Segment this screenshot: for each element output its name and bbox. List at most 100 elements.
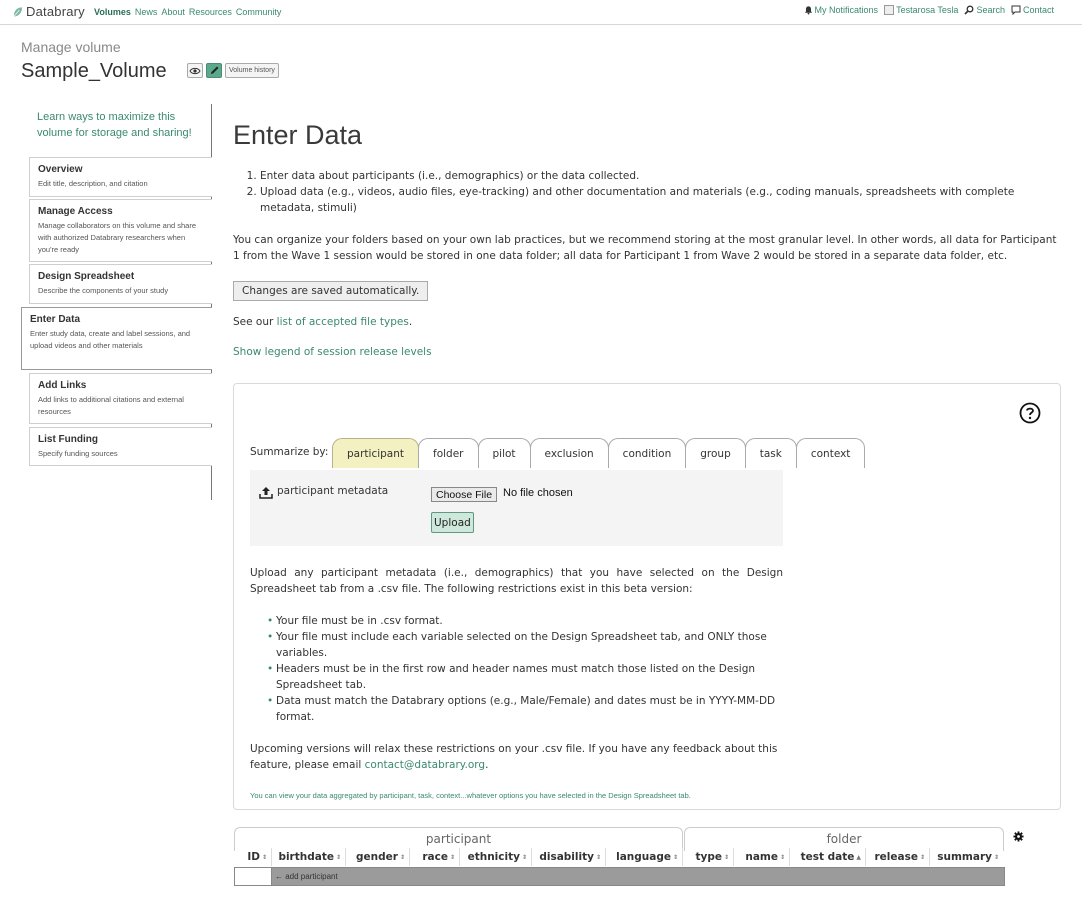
bell-icon	[804, 6, 812, 15]
sort-icon: ⇕	[993, 853, 999, 861]
sidebar-item-add-links[interactable]: Add Links Add links to additional citati…	[29, 373, 212, 424]
see-our-prefix: See our	[233, 316, 277, 328]
column-header-id[interactable]: ID ⇕	[234, 848, 272, 866]
sort-icon: ⇕	[521, 853, 527, 861]
sidebar-item-title: Design Spreadsheet	[38, 271, 135, 282]
sidebar-item-desc: Specify funding sources	[38, 449, 118, 458]
file-types-line: See our list of accepted file types.	[233, 314, 412, 330]
contact-label: Contact	[1022, 5, 1054, 15]
contact-email-link[interactable]: contact@databrary.org	[365, 759, 485, 771]
tab-folder[interactable]: folder	[418, 438, 479, 468]
user-name: Testarosa Tesla	[896, 5, 959, 15]
list-item: Your file must include each variable sel…	[267, 629, 783, 661]
sidebar-item-desc: Enter study data, create and label sessi…	[30, 329, 191, 350]
eye-icon	[189, 67, 201, 74]
search-label: Search	[976, 5, 1005, 15]
avatar	[884, 5, 895, 15]
user-link[interactable]: Testarosa Tesla	[884, 5, 958, 15]
sort-icon: ⇕	[449, 853, 455, 861]
leaf-logo-icon	[13, 6, 23, 17]
contact-link[interactable]: Contact	[1011, 5, 1054, 15]
new-id-input[interactable]	[234, 867, 272, 886]
tab-context[interactable]: context	[795, 438, 866, 468]
column-header-name[interactable]: name ⇕	[734, 848, 790, 866]
tab-pilot[interactable]: pilot	[477, 438, 531, 468]
volume-actions: Volume history	[187, 63, 279, 78]
sort-icon: ⇕	[672, 853, 678, 861]
list-item: Your file must be in .csv format.	[267, 613, 783, 629]
table-header-row: ID ⇕ birthdate ⇕ gender ⇕ race ⇕ ethnicity ⇕ …	[234, 848, 683, 866]
file-types-link[interactable]: list of accepted file types	[277, 316, 409, 328]
volume-title: Sample_Volume	[21, 60, 167, 82]
column-header-release[interactable]: release ⇕	[866, 848, 930, 866]
column-header-summary[interactable]: summary ⇕	[930, 848, 1003, 866]
autosave-indicator[interactable]: Changes are saved automatically.	[233, 281, 429, 301]
release-legend-link[interactable]: Show legend of session release levels	[233, 346, 432, 358]
organize-text: You can organize your folders based on y…	[233, 234, 1057, 262]
search-icon	[964, 5, 974, 15]
pencil-icon	[210, 66, 218, 74]
step-item: Enter data about participants (i.e., dem…	[260, 168, 1063, 184]
restrictions-list: Your file must be in .csv format. Your f…	[250, 613, 783, 725]
nav-community[interactable]: Community	[236, 7, 282, 17]
tab-condition[interactable]: condition	[607, 438, 687, 468]
gear-icon[interactable]	[1013, 831, 1024, 842]
brand-logo[interactable]: Databrary	[12, 4, 85, 19]
list-item: Data must match the Databrary options (e…	[267, 693, 783, 725]
column-header-gender[interactable]: gender ⇕	[346, 848, 410, 866]
table-header-row-folder: type ⇕ name ⇕ test date ▲ release ⇕ summary ⇕	[684, 848, 1003, 866]
volume-history-button[interactable]: Volume history	[225, 63, 279, 78]
aggregate-note: You can view your data aggregated by par…	[250, 791, 691, 800]
upload-label: participant metadata	[277, 485, 389, 497]
upload-area	[250, 470, 783, 546]
upload-button[interactable]: Upload	[431, 512, 474, 533]
sort-icon: ▲	[856, 853, 861, 861]
search-link[interactable]: Search	[964, 5, 1005, 15]
sidebar-item-desc: Add links to additional citations and ex…	[38, 395, 184, 416]
sidebar-item-title: Overview	[38, 164, 83, 175]
sidebar-item-manage-access[interactable]: Manage Access Manage collaborators on th…	[29, 199, 212, 262]
upcoming-prefix: Upcoming versions will relax these restr…	[250, 743, 778, 771]
sort-icon: ⇕	[399, 853, 405, 861]
see-our-suffix: .	[408, 316, 413, 328]
brand-name: Databrary	[26, 4, 85, 19]
sidebar-item-overview[interactable]: Overview Edit title, description, and ci…	[29, 157, 212, 197]
steps-list: Enter data about participants (i.e., dem…	[233, 168, 1063, 216]
edit-volume-button[interactable]	[206, 63, 222, 78]
sidebar-item-list-funding[interactable]: List Funding Specify funding sources	[29, 427, 212, 466]
choose-file-button[interactable]: Choose File	[431, 487, 498, 502]
sort-icon: ⇕	[595, 853, 601, 861]
tab-task[interactable]: task	[744, 438, 797, 468]
upcoming-suffix: .	[485, 759, 489, 771]
tab-participant[interactable]: participant	[332, 438, 420, 468]
nav-volumes[interactable]: Volumes	[94, 7, 131, 17]
upcoming-text: Upcoming versions will relax these restr…	[250, 741, 783, 773]
sidebar-item-desc: Edit title, description, and citation	[38, 179, 148, 188]
learn-more-link[interactable]: Learn ways to maximize this volume for s…	[37, 109, 209, 141]
nav-about[interactable]: About	[161, 7, 185, 17]
user-nav: My Notifications Testarosa Tesla Search …	[804, 5, 1054, 15]
column-header-type[interactable]: type ⇕	[684, 848, 734, 866]
add-participant-button[interactable]: ← add participant	[272, 867, 1005, 886]
view-volume-button[interactable]	[187, 63, 203, 78]
sidebar-item-enter-data[interactable]: Enter Data Enter study data, create and …	[21, 307, 212, 370]
column-header-birthdate[interactable]: birthdate ⇕	[272, 848, 346, 866]
nav-news[interactable]: News	[135, 7, 158, 17]
upload-intro: Upload any participant metadata (i.e., d…	[250, 567, 783, 595]
tab-exclusion[interactable]: exclusion	[529, 438, 609, 468]
column-header-race[interactable]: race ⇕	[410, 848, 460, 866]
column-header-language[interactable]: language ⇕	[606, 848, 683, 866]
sidebar-item-title: Manage Access	[38, 206, 113, 217]
sidebar-item-desc: Describe the components of your study	[38, 286, 169, 295]
sort-icon: ⇕	[919, 853, 925, 861]
sidebar-item-design-spreadsheet[interactable]: Design Spreadsheet Describe the componen…	[29, 264, 212, 304]
column-header-disability[interactable]: disability ⇕	[532, 848, 606, 866]
column-header-ethnicity[interactable]: ethnicity ⇕	[460, 848, 532, 866]
notifications-link[interactable]: My Notifications	[804, 5, 878, 15]
sort-icon: ⇕	[779, 853, 785, 861]
nav-resources[interactable]: Resources	[189, 7, 232, 17]
sidebar-item-title: List Funding	[38, 434, 98, 445]
help-icon[interactable]	[1019, 402, 1041, 424]
column-header-test-date[interactable]: test date ▲	[790, 848, 866, 866]
tab-group[interactable]: group	[685, 438, 746, 468]
